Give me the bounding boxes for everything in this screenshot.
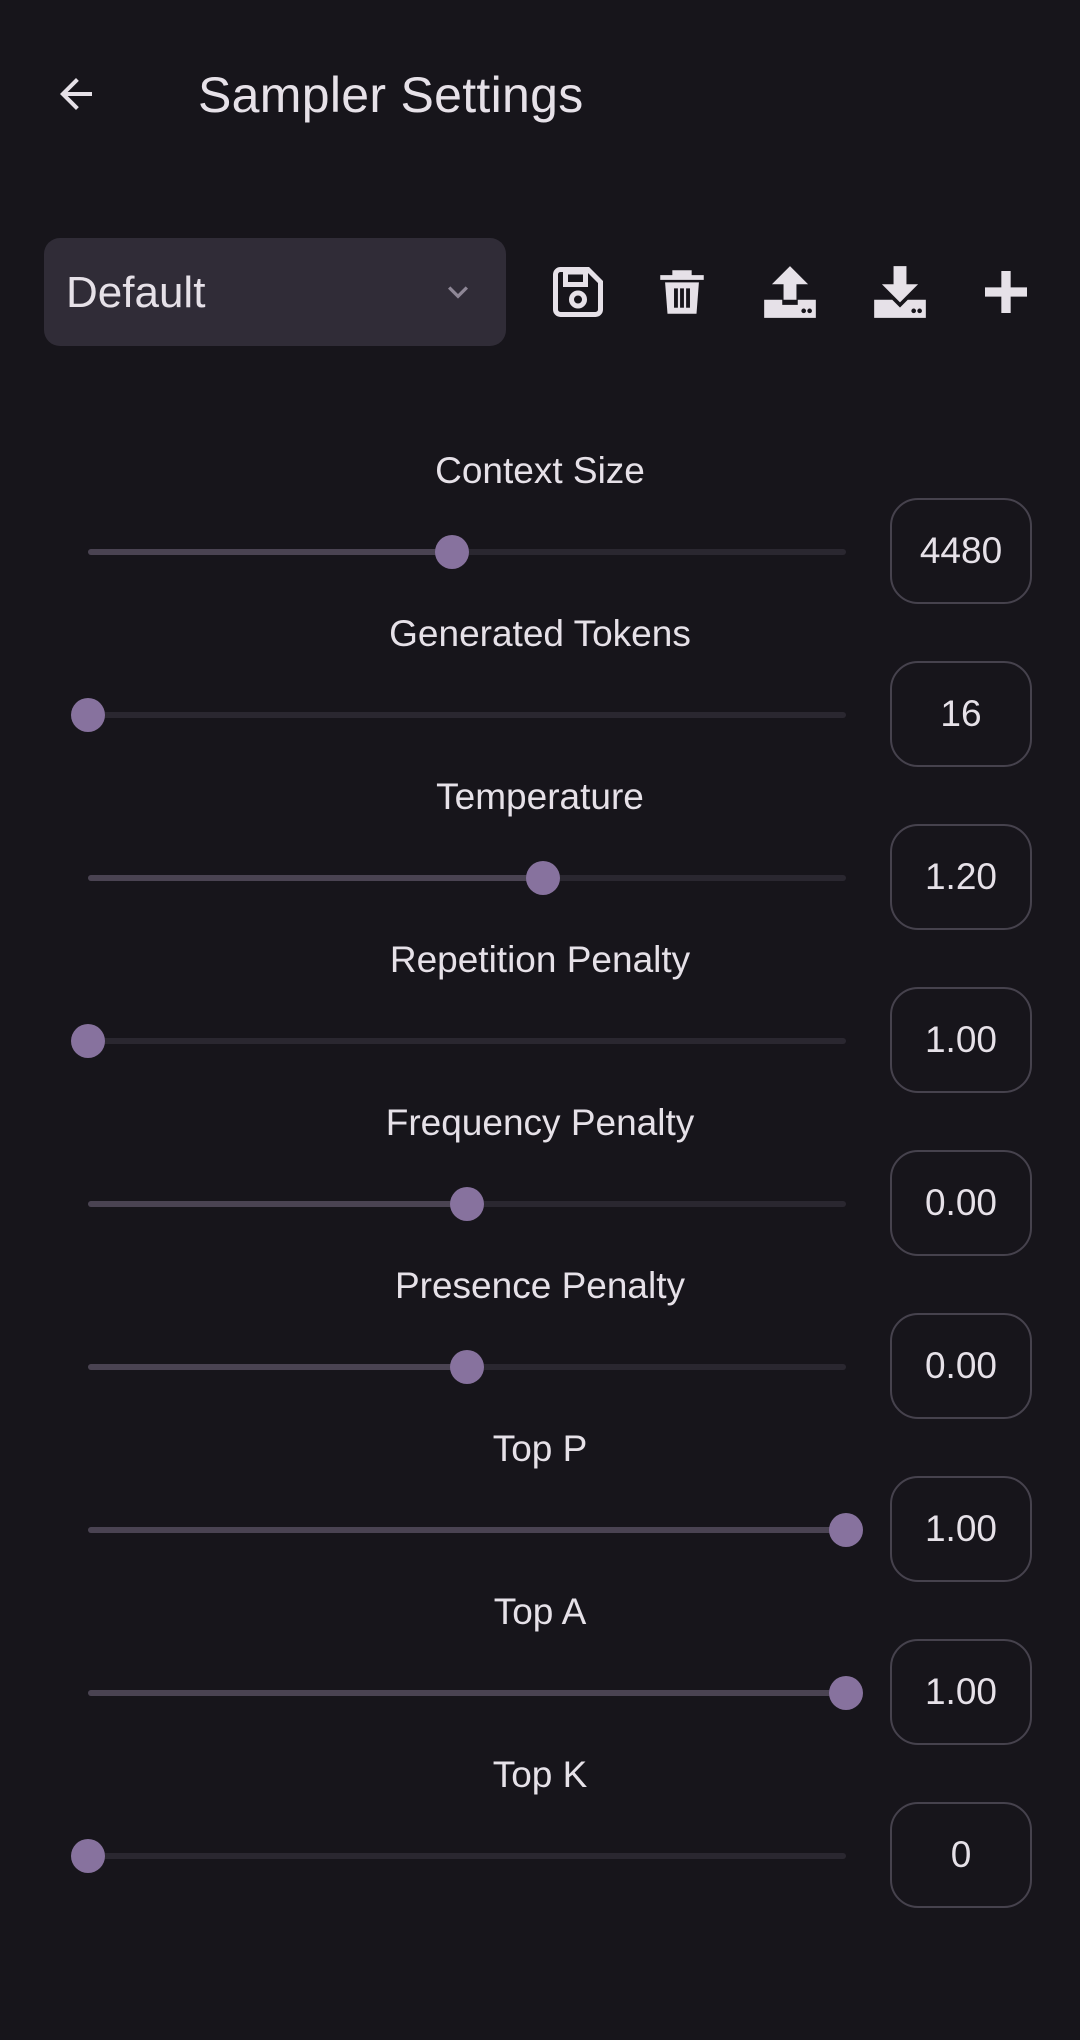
trash-icon (660, 270, 704, 314)
slider-track-fill (88, 1201, 467, 1207)
presence-penalty-slider[interactable] (88, 1337, 846, 1397)
slider-track (88, 1853, 846, 1859)
top-a-slider[interactable] (88, 1663, 863, 1723)
context-size-slider[interactable] (88, 522, 846, 582)
page-title: Sampler Settings (198, 67, 584, 123)
plus-icon (985, 271, 1027, 313)
preset-toolbar: Default (44, 238, 1044, 346)
slider-track-fill (88, 549, 452, 555)
presence-penalty-label: Presence Penalty (394, 1265, 685, 1306)
temperature-slider[interactable] (88, 848, 846, 908)
generated-tokens-value-input[interactable]: 16 (890, 661, 1032, 767)
frequency-penalty-label: Frequency Penalty (385, 1102, 695, 1143)
top-k-value-input[interactable]: 0 (890, 1802, 1032, 1908)
top-k-slider[interactable] (71, 1826, 846, 1886)
generated-tokens-slider[interactable] (71, 685, 846, 745)
app-header: Sampler Settings (0, 0, 1080, 195)
add-preset-button[interactable] (966, 252, 1046, 332)
top-p-label: Top P (492, 1428, 588, 1469)
preset-selected-value: Default (66, 268, 206, 317)
slider-track-fill (88, 1364, 467, 1370)
chevron-down-icon (448, 286, 468, 299)
slider-thumb[interactable] (71, 1024, 105, 1058)
slider-thumb[interactable] (450, 1187, 484, 1221)
presence-penalty-value-input[interactable]: 0.00 (890, 1313, 1032, 1419)
repetition-penalty-label: Repetition Penalty (389, 939, 691, 980)
slider-thumb[interactable] (71, 1839, 105, 1873)
back-button[interactable] (40, 58, 112, 130)
slider-thumb[interactable] (829, 1513, 863, 1547)
download-icon (874, 266, 926, 318)
context-size-label: Context Size (435, 450, 645, 491)
slider-track-fill (88, 1527, 846, 1533)
top-k-label: Top K (492, 1754, 588, 1795)
arrow-left-icon (60, 78, 92, 110)
context-size-value-input[interactable]: 4480 (890, 498, 1032, 604)
slider-track (88, 1038, 846, 1044)
floppy-disk-icon (553, 267, 603, 317)
top-p-slider[interactable] (88, 1500, 863, 1560)
slider-thumb[interactable] (829, 1676, 863, 1710)
temperature-label: Temperature (436, 776, 644, 817)
slider-track-fill (88, 875, 543, 881)
export-preset-button[interactable] (750, 252, 830, 332)
preset-dropdown[interactable]: Default (44, 238, 506, 346)
delete-preset-button[interactable] (642, 252, 722, 332)
slider-track-fill (88, 1690, 846, 1696)
frequency-penalty-slider[interactable] (88, 1174, 846, 1234)
import-preset-button[interactable] (860, 252, 940, 332)
generated-tokens-label: Generated Tokens (389, 613, 691, 654)
slider-thumb[interactable] (525, 861, 560, 895)
slider-track (88, 712, 846, 718)
temperature-value-input[interactable]: 1.20 (890, 824, 1032, 930)
top-a-label: Top A (493, 1591, 587, 1632)
slider-thumb[interactable] (450, 1350, 484, 1384)
top-a-value-input[interactable]: 1.00 (890, 1639, 1032, 1745)
repetition-penalty-value-input[interactable]: 1.00 (890, 987, 1032, 1093)
upload-icon (764, 266, 816, 318)
slider-thumb[interactable] (434, 535, 469, 569)
top-p-value-input[interactable]: 1.00 (890, 1476, 1032, 1582)
save-preset-button[interactable] (538, 252, 618, 332)
frequency-penalty-value-input[interactable]: 0.00 (890, 1150, 1032, 1256)
repetition-penalty-slider[interactable] (71, 1011, 846, 1071)
slider-thumb[interactable] (71, 698, 105, 732)
